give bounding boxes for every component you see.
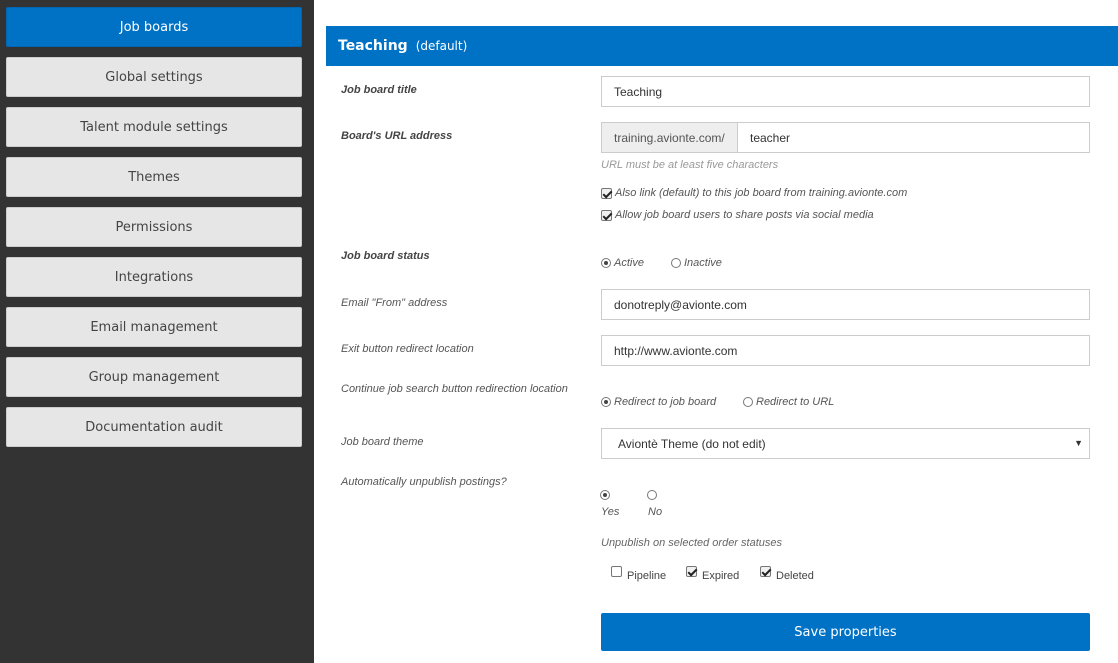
redirect-url-label: Redirect to URL (756, 396, 835, 408)
sidebar-item-job-boards[interactable]: Job boards (6, 7, 302, 47)
status-pipeline-label: Pipeline (627, 570, 667, 582)
sidebar-item-permissions[interactable]: Permissions (6, 207, 302, 247)
auto-unpublish-label: Automatically unpublish postings? (341, 476, 507, 488)
chevron-down-icon: ▼ (1074, 438, 1083, 448)
url-hint: URL must be at least five characters (601, 159, 779, 171)
continue-redirect-label: Continue job search button redirection l… (341, 383, 568, 395)
email-from-label: Email "From" address (341, 297, 448, 309)
redirect-url-option[interactable]: Redirect to URL (743, 396, 834, 408)
also-link-checkbox[interactable] (601, 187, 612, 199)
page-subtitle: (default) (415, 39, 468, 53)
auto-unpublish-yes-radio[interactable] (600, 490, 610, 500)
auto-unpublish-no-radio[interactable] (647, 490, 657, 500)
sidebar-item-integrations[interactable]: Integrations (6, 257, 302, 297)
panel-header: Teaching (default) (326, 26, 1118, 66)
sidebar-item-global-settings[interactable]: Global settings (6, 57, 302, 97)
status-deleted-checkbox[interactable] (760, 566, 771, 577)
redirect-job-board-radio[interactable] (601, 397, 611, 407)
job-board-title-input[interactable]: Teaching (601, 76, 1090, 107)
also-link-option[interactable]: Also link (default) to this job board fr… (601, 187, 907, 199)
redirect-job-board-label: Redirect to job board (614, 396, 717, 408)
also-link-label: Also link (default) to this job board fr… (615, 187, 908, 199)
sidebar-item-themes[interactable]: Themes (6, 157, 302, 197)
sidebar-item-talent-module-settings[interactable]: Talent module settings (6, 107, 302, 147)
status-inactive-option[interactable]: Inactive (671, 257, 722, 269)
sidebar-item-group-management[interactable]: Group management (6, 357, 302, 397)
sidebar-item-documentation-audit[interactable]: Documentation audit (6, 407, 302, 447)
job-board-theme-value: Aviontè Theme (do not edit) (618, 436, 766, 451)
status-pipeline-option[interactable]: Pipeline (611, 566, 666, 582)
status-inactive-radio[interactable] (671, 258, 681, 268)
auto-unpublish-yes-label: Yes (601, 506, 620, 518)
job-board-title-label: Job board title (341, 84, 417, 96)
sidebar: Job boards Global settings Talent module… (0, 0, 314, 663)
redirect-job-board-option[interactable]: Redirect to job board (601, 396, 716, 408)
url-address-label: Board's URL address (341, 130, 453, 142)
status-expired-label: Expired (702, 570, 740, 582)
save-properties-button[interactable]: Save properties (601, 613, 1090, 651)
job-board-theme-label: Job board theme (341, 436, 424, 448)
allow-share-label: Allow job board users to share posts via… (615, 209, 874, 221)
status-inactive-label: Inactive (684, 257, 722, 269)
page-title: Teaching (338, 38, 408, 54)
status-active-radio[interactable] (601, 258, 611, 268)
status-active-option[interactable]: Active (601, 257, 644, 269)
status-active-label: Active (614, 257, 644, 269)
url-input[interactable]: teacher (737, 122, 1090, 153)
status-expired-checkbox[interactable] (686, 566, 697, 577)
auto-unpublish-no-label: No (648, 506, 663, 518)
unpublish-statuses-label: Unpublish on selected order statuses (601, 537, 782, 549)
exit-redirect-input[interactable]: http://www.avionte.com (601, 335, 1090, 366)
status-deleted-label: Deleted (776, 570, 814, 582)
job-board-status-label: Job board status (341, 250, 430, 262)
status-deleted-option[interactable]: Deleted (760, 566, 814, 582)
allow-share-option[interactable]: Allow job board users to share posts via… (601, 209, 874, 221)
status-pipeline-checkbox[interactable] (611, 566, 622, 577)
job-board-theme-select[interactable]: Aviontè Theme (do not edit) ▼ (601, 428, 1090, 459)
email-from-input[interactable]: donotreply@avionte.com (601, 289, 1090, 320)
url-prefix: training.avionte.com/ (601, 122, 738, 153)
redirect-url-radio[interactable] (743, 397, 753, 407)
allow-share-checkbox[interactable] (601, 209, 612, 221)
sidebar-item-email-management[interactable]: Email management (6, 307, 302, 347)
status-expired-option[interactable]: Expired (686, 566, 739, 582)
exit-redirect-label: Exit button redirect location (341, 343, 474, 355)
